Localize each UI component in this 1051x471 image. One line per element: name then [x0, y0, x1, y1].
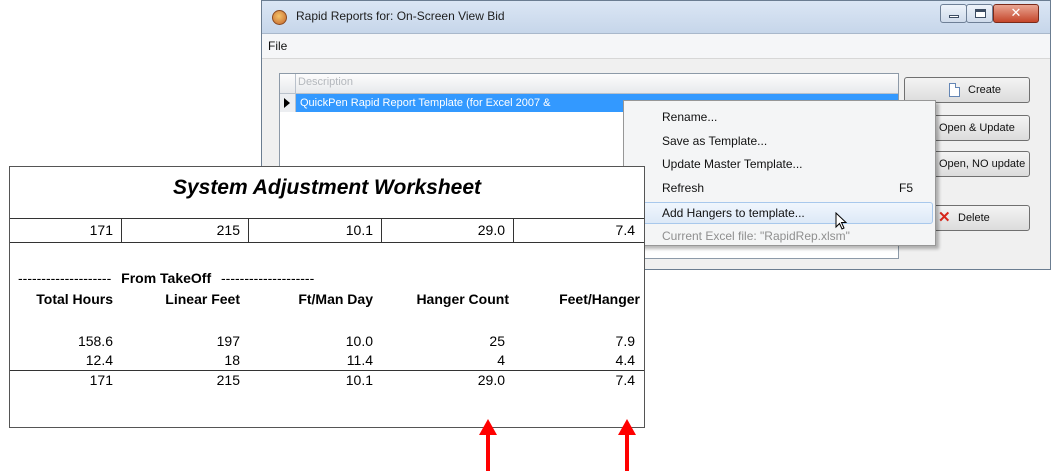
worksheet-title: System Adjustment Worksheet: [172, 176, 482, 199]
menu-item-label: Update Master Template...: [662, 157, 803, 171]
menu-item-rename[interactable]: Rename...: [626, 106, 933, 128]
open-no-update-label: Open, NO update: [939, 158, 1026, 170]
divider: [381, 218, 382, 242]
total-hanger-count: 29.0: [477, 372, 505, 388]
arrow-up-icon: [479, 419, 497, 471]
menu-item-current-excel-file: Current Excel file: "RapidRep.xlsm": [626, 225, 933, 247]
total-linear-feet: 215: [216, 372, 240, 388]
mouse-cursor-icon: [835, 212, 848, 230]
menu-item-save-as-template[interactable]: Save as Template...: [626, 130, 933, 152]
grid-header-separator: [295, 74, 296, 93]
divider: [121, 218, 122, 242]
divider: [10, 370, 644, 371]
row1-ft-man-day: 10.0: [345, 333, 373, 349]
menu-item-add-hangers[interactable]: Add Hangers to template...: [626, 202, 933, 224]
close-icon: ✕: [1010, 6, 1022, 21]
summary-hanger-count: 29.0: [477, 222, 505, 238]
title-bar[interactable]: Rapid Reports for: On-Screen View Bid ✕: [262, 1, 1050, 34]
row1-feet-per-hanger: 7.9: [615, 333, 635, 349]
summary-feet-per-hanger: 7.4: [615, 222, 635, 238]
section-dashes-right: --------------------: [221, 270, 315, 286]
row1-hanger-count: 25: [489, 333, 505, 349]
app-icon: [272, 10, 287, 25]
row2-hanger-count: 4: [497, 352, 505, 368]
open-update-label: Open & Update: [939, 122, 1015, 134]
close-button[interactable]: ✕: [993, 4, 1039, 23]
arrow-up-icon: [618, 419, 636, 471]
create-button-label: Create: [968, 84, 1002, 96]
delete-button-label: Delete: [958, 212, 990, 224]
summary-linear-feet: 215: [216, 222, 240, 238]
new-page-icon: [949, 83, 960, 97]
menu-file[interactable]: File: [268, 39, 287, 53]
summary-total-hours: 171: [89, 222, 113, 238]
menu-item-label: Refresh: [662, 181, 705, 195]
menu-item-label: Add Hangers to template...: [662, 206, 805, 220]
divider: [248, 218, 249, 242]
menu-item-update-master-template[interactable]: Update Master Template...: [626, 153, 933, 175]
menu-item-shortcut: F5: [898, 181, 913, 195]
divider: [10, 242, 644, 243]
section-label-from-takeoff: -------------------- From TakeOff ------…: [18, 270, 314, 286]
row2-total-hours: 12.4: [85, 352, 113, 368]
worksheet-panel: System Adjustment Worksheet 171 215 10.1…: [9, 166, 645, 428]
header-feet-per-hanger: Feet/Hanger: [559, 291, 640, 307]
total-feet-per-hanger: 7.4: [615, 372, 635, 388]
total-ft-man-day: 10.1: [345, 372, 373, 388]
total-total-hours: 171: [89, 372, 113, 388]
minimize-button[interactable]: [940, 4, 967, 23]
divider: [513, 218, 514, 242]
row1-total-hours: 158.6: [77, 333, 113, 349]
grid-header: Description: [280, 74, 898, 94]
divider: [10, 218, 644, 219]
context-menu: Rename... Save as Template... Update Mas…: [623, 100, 936, 246]
window-title: Rapid Reports for: On-Screen View Bid: [296, 9, 505, 23]
row2-linear-feet: 18: [224, 352, 240, 368]
delete-icon: ✕: [938, 209, 951, 226]
section-label-text: From TakeOff: [121, 270, 212, 286]
row2-ft-man-day: 11.4: [346, 352, 373, 368]
menu-bar: File: [262, 34, 1050, 59]
row-pointer-icon: [284, 98, 290, 108]
menu-item-label: Save as Template...: [662, 134, 768, 148]
summary-ft-man-day: 10.1: [345, 222, 373, 238]
menu-item-label: Rename...: [662, 110, 718, 124]
menu-item-label: Current Excel file: "RapidRep.xlsm": [662, 229, 850, 243]
section-dashes-left: --------------------: [18, 270, 112, 286]
menu-item-refresh[interactable]: Refresh F5: [626, 177, 933, 199]
column-header-description[interactable]: Description: [298, 76, 353, 88]
maximize-button[interactable]: [966, 4, 993, 23]
minimize-icon: [949, 15, 959, 18]
maximize-icon: [975, 9, 986, 18]
row1-linear-feet: 197: [216, 333, 240, 349]
row2-feet-per-hanger: 4.4: [615, 352, 635, 368]
row-indicator: [280, 94, 296, 112]
